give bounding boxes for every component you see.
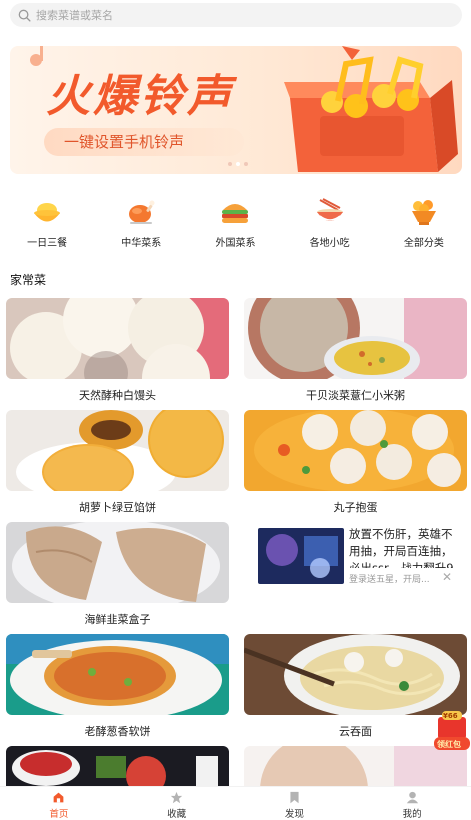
tab-favorites[interactable]: 收藏 [118, 787, 236, 820]
recipe-title: 胡萝卜绿豆馅饼 [79, 501, 156, 514]
banner-subtitle: 一键设置手机铃声 [44, 128, 244, 156]
recipe-image [6, 298, 229, 379]
banner-pagination [228, 162, 248, 166]
category-item[interactable]: 各地小吃 [283, 198, 377, 249]
recipe-title: 丸子抱蛋 [333, 501, 378, 514]
category-row: 一日三餐 中华菜系 外国菜系 各地小吃 全部分类 [0, 198, 471, 249]
recipe-image [244, 298, 467, 379]
tab-discover[interactable]: 发现 [236, 787, 354, 820]
tab-label: 收藏 [167, 809, 187, 820]
red-packet-button[interactable]: ¥66 领红包 [434, 711, 470, 751]
food-bowl-icon [411, 200, 436, 225]
tab-label: 发现 [284, 809, 304, 820]
recipe-card[interactable]: 天然酵种白馒头 [6, 298, 229, 403]
ad-text: 放置不伤肝，英雄不用抽，开局百连抽，必出ssr，战力翻升9 [349, 527, 454, 568]
bottom-tab-bar: 首页 收藏 发现 我的 [0, 786, 471, 820]
star-icon [170, 791, 183, 804]
red-packet-label: 领红包 [437, 740, 461, 749]
ad-banner[interactable]: 放置不伤肝，英雄不用抽，开局百连抽，必出ssr，战力翻升9 登录送五星，开局..… [244, 522, 467, 612]
category-label: 全部分类 [403, 238, 444, 249]
category-item[interactable]: 外国菜系 [188, 198, 282, 249]
tab-label: 首页 [49, 809, 69, 820]
home-icon [54, 792, 64, 803]
category-item[interactable]: 全部分类 [377, 198, 471, 249]
tab-home[interactable]: 首页 [0, 787, 118, 820]
recipe-title: 干贝淡菜薏仁小米粥 [306, 389, 405, 402]
promo-banner[interactable]: 火爆铃声 一键设置手机铃声 [10, 46, 462, 174]
recipe-card[interactable]: 海鲜韭菜盒子 [6, 522, 229, 627]
burger-icon [222, 204, 249, 223]
music-box-illustration [284, 46, 458, 172]
category-label: 一日三餐 [27, 238, 68, 249]
recipe-title: 老酵葱香软饼 [84, 725, 151, 738]
category-label: 各地小吃 [309, 238, 350, 249]
bowl-icon [34, 203, 61, 222]
red-packet-badge: ¥66 [443, 712, 458, 720]
category-item[interactable]: 中华菜系 [94, 198, 188, 249]
category-item[interactable]: 一日三餐 [0, 198, 94, 249]
recipe-image [6, 634, 229, 715]
recipe-image [244, 634, 467, 715]
search-bar[interactable] [10, 3, 462, 27]
section-title: 家常菜 [10, 273, 47, 287]
search-input[interactable] [36, 8, 436, 22]
bookmark-icon [290, 791, 299, 804]
banner-title: 火爆铃声 [46, 71, 234, 122]
recipe-card[interactable]: 丸子抱蛋 [244, 410, 467, 515]
recipe-image [244, 410, 467, 491]
roast-chicken-icon [129, 200, 155, 224]
close-icon[interactable]: ✕ [442, 570, 452, 584]
category-label: 外国菜系 [215, 238, 256, 249]
tab-profile[interactable]: 我的 [353, 787, 471, 820]
recipe-title: 海鲜韭菜盒子 [84, 613, 151, 626]
recipe-card[interactable]: 胡萝卜绿豆馅饼 [6, 410, 229, 515]
recipe-image [6, 410, 229, 491]
noodle-bowl-icon [316, 198, 343, 221]
category-label: 中华菜系 [121, 238, 162, 249]
user-icon [406, 791, 418, 804]
tab-label: 我的 [402, 809, 422, 820]
recipe-image [6, 522, 229, 603]
ad-subtext: 登录送五星，开局... [349, 575, 430, 585]
ad-thumbnail [258, 528, 344, 584]
search-icon [18, 9, 31, 22]
recipe-card[interactable]: 老酵葱香软饼 [6, 634, 229, 739]
recipe-card[interactable]: 干贝淡菜薏仁小米粥 [244, 298, 467, 403]
recipe-title: 天然酵种白馒头 [79, 389, 156, 402]
